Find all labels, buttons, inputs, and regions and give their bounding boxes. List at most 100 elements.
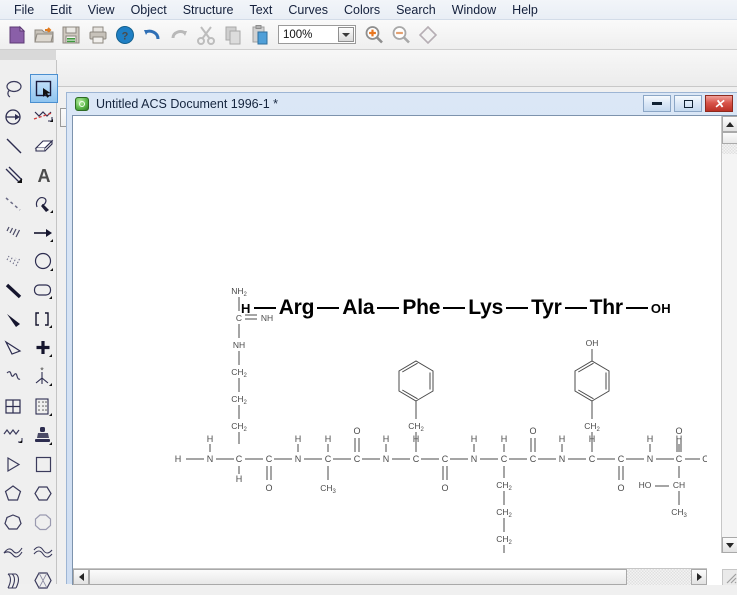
menu-item-text[interactable]: Text <box>241 2 280 18</box>
scroll-right-button[interactable] <box>691 569 707 585</box>
menu-item-search[interactable]: Search <box>388 2 444 18</box>
arrow-tool[interactable] <box>30 218 58 247</box>
arg-nh2: NH2 <box>231 286 247 298</box>
square-icon <box>35 456 52 472</box>
bold-bond-tool[interactable] <box>0 276 28 305</box>
minimize-button[interactable] <box>643 95 671 112</box>
close-button[interactable]: ✕ <box>705 95 733 112</box>
close-icon: ✕ <box>713 96 725 111</box>
rounded-rect-tool[interactable] <box>30 276 58 305</box>
menu-item-help[interactable]: Help <box>504 2 546 18</box>
eraser-tool[interactable] <box>30 131 58 160</box>
vertical-scroll-track[interactable] <box>722 144 737 154</box>
document-title-bar[interactable]: Untitled ACS Document 1996-1 * ✕ <box>67 93 737 115</box>
wave-chain-tool[interactable] <box>0 421 28 450</box>
menu-item-view[interactable]: View <box>80 2 123 18</box>
tool-palette: A * <box>0 60 58 589</box>
scroll-up-button[interactable] <box>722 116 737 132</box>
octagon-icon <box>34 513 52 530</box>
menu-item-edit[interactable]: Edit <box>42 2 80 18</box>
help-button[interactable]: ? <box>111 21 138 48</box>
text-tool[interactable]: A <box>30 160 58 189</box>
resize-grip[interactable] <box>722 569 737 585</box>
atom-label-n: N <box>647 454 654 464</box>
save-document-button[interactable] <box>57 21 84 48</box>
tyr-ch2: CH2 <box>584 421 600 433</box>
cut-button[interactable] <box>192 21 219 48</box>
dotted-bond-tool[interactable] <box>0 247 28 276</box>
square-tool[interactable] <box>30 450 58 479</box>
zoom-in-button[interactable] <box>360 21 387 48</box>
triangle-tool[interactable] <box>0 450 28 479</box>
menu-item-window[interactable]: Window <box>444 2 504 18</box>
scroll-up-icon <box>726 121 734 127</box>
rectangle-select-tool[interactable] <box>30 74 58 103</box>
menu-item-structure[interactable]: Structure <box>175 2 242 18</box>
bracket-tool[interactable] <box>30 305 58 334</box>
chain-tool[interactable] <box>30 102 58 131</box>
pentagon-tool[interactable] <box>0 479 28 508</box>
table-tool[interactable] <box>0 392 28 421</box>
single-bond-tool[interactable] <box>0 131 28 160</box>
double-line-icon <box>5 166 23 183</box>
redo-button[interactable] <box>165 21 192 48</box>
hash-bond-tool[interactable] <box>0 218 28 247</box>
paste-button[interactable] <box>246 21 273 48</box>
radical-tool[interactable]: * <box>30 363 58 392</box>
plus-tool[interactable] <box>30 334 58 363</box>
lys-ch2-delta: CH2 <box>496 534 512 546</box>
arg-ch2-beta: CH2 <box>231 394 247 406</box>
double-bond-tool[interactable] <box>0 160 28 189</box>
carbonyl-oxygen: O <box>265 483 272 493</box>
amide-hydrogen: H <box>471 434 478 444</box>
octagon-tool[interactable] <box>30 508 58 537</box>
ribbon-tool[interactable] <box>0 537 28 566</box>
wave-ribbon-tool[interactable] <box>30 537 58 566</box>
application-window: File Edit View Object Structure Text Cur… <box>0 0 737 589</box>
redo-arrow-icon <box>171 29 187 38</box>
copy-button[interactable] <box>219 21 246 48</box>
alpha-hydrogen: H <box>501 434 508 444</box>
triangle-icon <box>7 456 21 472</box>
cylinder-tool[interactable] <box>0 566 28 595</box>
maximize-button[interactable] <box>674 95 702 112</box>
menu-item-file[interactable]: File <box>6 2 42 18</box>
stamp-tool[interactable] <box>30 421 58 450</box>
zoom-out-button[interactable] <box>387 21 414 48</box>
wedge-bond-tool[interactable] <box>0 305 28 334</box>
dashed-bond-tool[interactable] <box>0 189 28 218</box>
hollow-wedge-tool[interactable] <box>0 334 28 363</box>
scroll-left-button[interactable] <box>73 569 89 585</box>
drawing-canvas[interactable]: H Arg Ala Phe Lys Tyr Thr OH H N C C N C… <box>73 116 707 553</box>
3d-hexagon-tool[interactable] <box>30 566 58 595</box>
squiggle-bond-tool[interactable] <box>0 363 28 392</box>
menu-item-colors[interactable]: Colors <box>336 2 388 18</box>
copy-icon <box>225 26 240 44</box>
menu-item-object[interactable]: Object <box>123 2 175 18</box>
bold-line-icon <box>5 283 22 298</box>
heptagon-tool[interactable] <box>0 508 28 537</box>
scroll-down-button[interactable] <box>722 537 737 553</box>
vertical-scrollbar[interactable] <box>721 116 737 553</box>
vertical-scroll-thumb[interactable] <box>722 132 737 144</box>
pattern-fill-tool[interactable] <box>30 392 58 421</box>
zoom-level-combobox[interactable]: 100% <box>278 25 356 44</box>
circle-tool[interactable] <box>30 247 58 276</box>
open-document-button[interactable] <box>30 21 57 48</box>
pen-tool[interactable] <box>30 189 58 218</box>
new-document-button[interactable] <box>3 21 30 48</box>
diamond-shape-button[interactable] <box>414 21 441 48</box>
horizontal-scroll-thumb[interactable] <box>89 569 627 585</box>
rotate-tool[interactable] <box>0 102 28 131</box>
chevron-down-icon[interactable] <box>338 27 354 42</box>
atom-label-c: C <box>236 454 243 464</box>
hexagon-tool[interactable] <box>30 479 58 508</box>
undo-button[interactable] <box>138 21 165 48</box>
phe-benzene-ring <box>398 360 434 402</box>
print-button[interactable] <box>84 21 111 48</box>
lasso-select-tool[interactable] <box>0 74 28 103</box>
horizontal-scroll-track[interactable] <box>627 569 691 585</box>
menu-item-curves[interactable]: Curves <box>280 2 336 18</box>
thr-ho: HO <box>639 480 652 490</box>
horizontal-scrollbar[interactable] <box>73 568 707 585</box>
